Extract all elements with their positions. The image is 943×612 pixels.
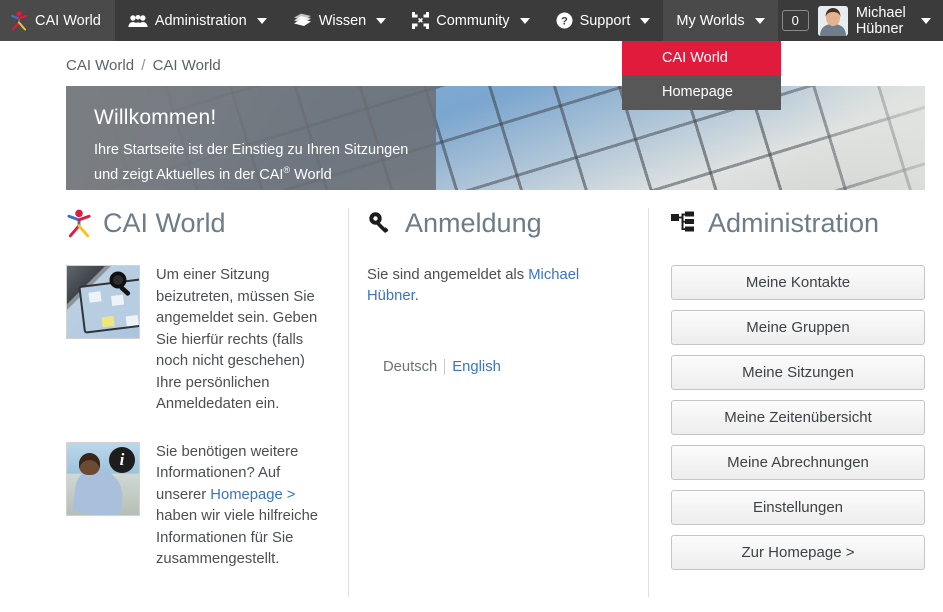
banner-sub-line1: Ihre Startseite ist der Einstieg zu Ihre… xyxy=(94,142,409,158)
homepage-link[interactable]: Homepage > xyxy=(210,487,295,503)
info-text-login: Um einer Sitzung beizutreten, müssen Sie… xyxy=(156,267,318,412)
nav-label-administration: Administration xyxy=(154,12,247,29)
banner-sub-line2a: und zeigt Aktuelles in der CAI xyxy=(94,166,284,183)
question-circle-icon: ? xyxy=(556,12,573,29)
button-meine-kontakte[interactable]: Meine Kontakte xyxy=(671,265,925,300)
nav-label-support: Support xyxy=(579,12,631,29)
breadcrumb-separator: / xyxy=(141,57,146,74)
compress-arrows-icon xyxy=(412,12,430,29)
nav-item-administration[interactable]: Administration xyxy=(115,0,280,41)
man-laptop-thumbnail: i xyxy=(66,441,140,516)
brand-cai-world[interactable]: CAI World xyxy=(0,0,115,41)
column-heading-label: Administration xyxy=(708,208,880,238)
language-switcher: Deutsch English xyxy=(367,359,628,375)
chevron-down-icon xyxy=(519,17,530,24)
cai-figure-icon xyxy=(66,209,92,238)
login-status-prefix: Sie sind angemeldet als xyxy=(367,267,529,283)
chevron-down-icon xyxy=(256,17,267,24)
sitemap-icon xyxy=(671,211,697,237)
button-zur-homepage[interactable]: Zur Homepage > xyxy=(671,535,925,570)
dropdown-item-cai-world[interactable]: CAI World xyxy=(622,41,781,75)
info-icon: i xyxy=(109,446,135,473)
magnifier-icon xyxy=(105,268,137,300)
tablet-search-thumbnail xyxy=(66,265,140,339)
nav-label-community: Community xyxy=(436,12,510,29)
dropdown-item-homepage[interactable]: Homepage xyxy=(622,75,781,109)
brand-label: CAI World xyxy=(35,12,101,29)
user-name: Michael Hübner xyxy=(855,4,906,37)
button-meine-abrechnungen[interactable]: Meine Abrechnungen xyxy=(671,445,925,480)
notification-count-badge[interactable]: 0 xyxy=(781,10,809,31)
breadcrumb: CAI World / CAI World xyxy=(0,41,943,86)
key-icon xyxy=(367,210,394,237)
column-cai-world: CAI World Um einer Sitzung beizutreten, … xyxy=(66,208,348,597)
svg-text:?: ? xyxy=(561,16,568,28)
users-icon xyxy=(128,14,148,28)
column-heading-label: Anmeldung xyxy=(405,208,542,238)
nav-item-community[interactable]: Community xyxy=(399,0,542,41)
info-text-information: Sie benötigen weitere Informationen? Auf… xyxy=(156,442,326,571)
button-meine-zeitenuebersicht[interactable]: Meine Zeitenübersicht xyxy=(671,400,925,435)
avatar xyxy=(817,5,848,36)
chevron-down-icon xyxy=(754,17,765,24)
login-status-suffix: . xyxy=(414,288,419,304)
my-worlds-dropdown: CAI World Homepage xyxy=(622,41,781,110)
info-block-information: i Sie benötigen weitere Informationen? A… xyxy=(66,441,326,571)
top-navbar: CAI World Administration Wissen Communit… xyxy=(0,0,943,110)
nav-label-wissen: Wissen xyxy=(318,12,367,29)
column-administration: Administration Meine Kontakte Meine Grup… xyxy=(648,208,925,597)
breadcrumb-item-2[interactable]: CAI World xyxy=(153,57,221,74)
books-icon xyxy=(293,13,312,28)
language-link-english[interactable]: English xyxy=(445,359,501,375)
info-text-part2: haben wir viele hilfreiche Informationen… xyxy=(156,508,319,567)
chevron-down-icon xyxy=(921,17,931,24)
nav-item-support[interactable]: ? Support xyxy=(543,0,664,41)
column-heading-anmeldung: Anmeldung xyxy=(367,208,628,239)
cai-figure-icon xyxy=(10,10,28,31)
banner-subtitle: Ihre Startseite ist der Einstieg zu Ihre… xyxy=(94,140,408,185)
banner-title: Willkommen! xyxy=(94,106,217,129)
banner-text: Willkommen! Ihre Startseite ist der Eins… xyxy=(94,106,408,185)
info-block-login: Um einer Sitzung beizutreten, müssen Sie… xyxy=(66,265,326,416)
button-meine-gruppen[interactable]: Meine Gruppen xyxy=(671,310,925,345)
button-einstellungen[interactable]: Einstellungen xyxy=(671,490,925,525)
nav-label-my-worlds: My Worlds xyxy=(676,12,745,29)
column-heading-administration: Administration xyxy=(671,208,925,239)
user-menu[interactable]: Michael Hübner xyxy=(817,0,943,41)
banner-sub-line2b: World xyxy=(290,166,332,183)
welcome-banner: Willkommen! Ihre Startseite ist der Eins… xyxy=(66,86,925,190)
column-heading-cai-world: CAI World xyxy=(66,208,326,239)
breadcrumb-item-1[interactable]: CAI World xyxy=(66,57,134,74)
column-heading-label: CAI World xyxy=(103,208,226,238)
main-columns: CAI World Um einer Sitzung beizutreten, … xyxy=(0,190,943,597)
column-anmeldung: Anmeldung Sie sind angemeldet als Michae… xyxy=(348,208,648,597)
language-current-deutsch: Deutsch xyxy=(383,359,446,375)
button-meine-sitzungen[interactable]: Meine Sitzungen xyxy=(671,355,925,390)
nav-item-my-worlds[interactable]: My Worlds xyxy=(663,0,778,41)
chevron-down-icon xyxy=(376,17,387,24)
nav-item-wissen[interactable]: Wissen xyxy=(280,0,400,41)
chevron-down-icon xyxy=(640,17,651,24)
login-status-text: Sie sind angemeldet als Michael Hübner. xyxy=(367,265,628,307)
